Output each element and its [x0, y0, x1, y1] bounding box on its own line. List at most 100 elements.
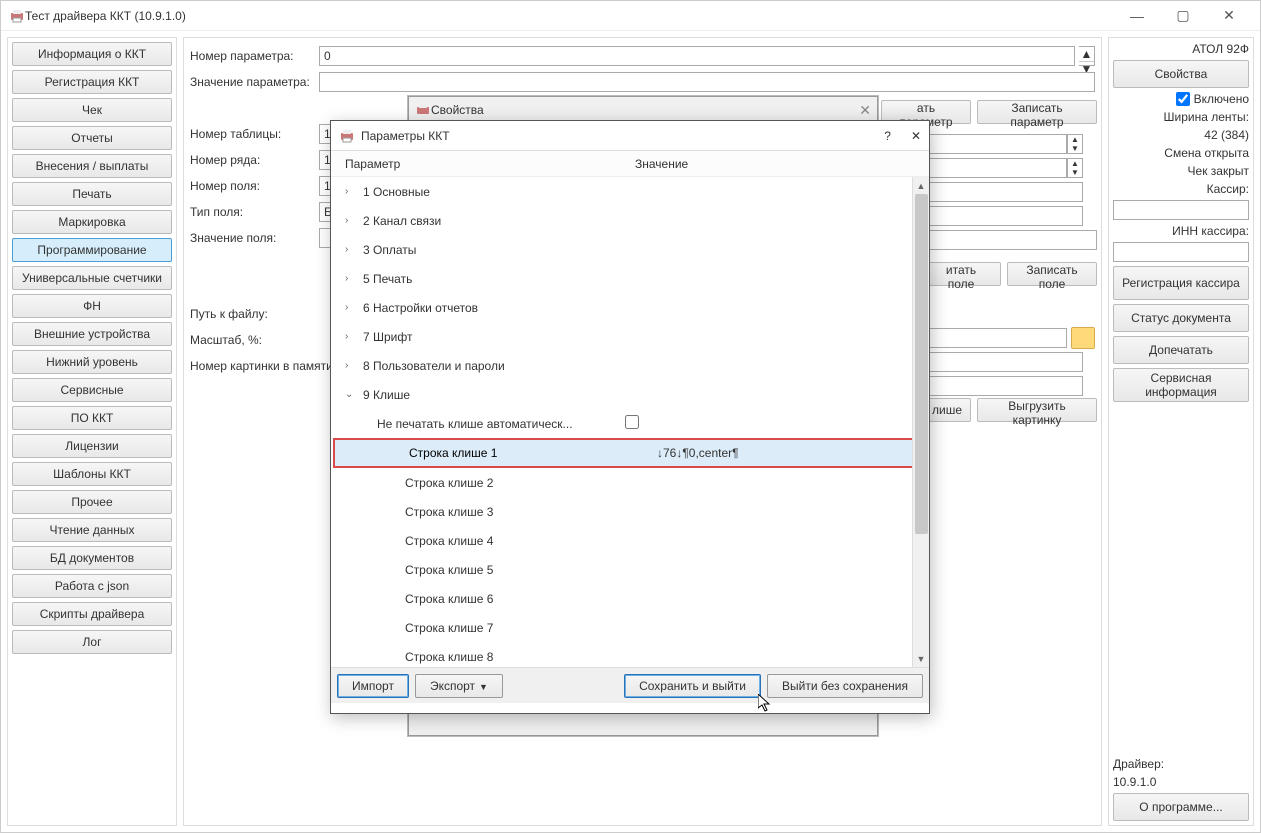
- sidebar-item-18[interactable]: БД документов: [12, 546, 172, 570]
- sidebar-item-11[interactable]: Нижний уровень: [12, 350, 172, 374]
- sidebar-item-19[interactable]: Работа с json: [12, 574, 172, 598]
- save-exit-button[interactable]: Сохранить и выйти: [624, 674, 761, 698]
- close-button[interactable]: ✕: [1206, 1, 1252, 31]
- parameter-tree[interactable]: ›1 Основные›2 Канал связи›3 Оплаты›5 Печ…: [331, 177, 929, 667]
- tree-auto-cliche[interactable]: Не печатать клише автоматическ...: [331, 409, 929, 438]
- reprint-button[interactable]: Допечатать: [1113, 336, 1249, 364]
- app-icon: [9, 8, 25, 24]
- sidebar-item-9[interactable]: ФН: [12, 294, 172, 318]
- sidebar-item-12[interactable]: Сервисные: [12, 378, 172, 402]
- tree-cliche-row-6[interactable]: Строка клише 6: [331, 584, 929, 613]
- sidebar-item-17[interactable]: Чтение данных: [12, 518, 172, 542]
- write-field-button[interactable]: Записать поле: [1007, 262, 1097, 286]
- sidebar-item-21[interactable]: Лог: [12, 630, 172, 654]
- sidebar-item-1[interactable]: Регистрация ККТ: [12, 70, 172, 94]
- sidebar-item-13[interactable]: ПО ККТ: [12, 406, 172, 430]
- tree-label: Строка клише 4: [405, 534, 649, 548]
- maximize-button[interactable]: ▢: [1160, 1, 1206, 31]
- minimize-button[interactable]: —: [1114, 1, 1160, 31]
- tree-cliche-row-2[interactable]: Строка клише 2: [331, 468, 929, 497]
- sidebar-item-6[interactable]: Маркировка: [12, 210, 172, 234]
- cashier-input[interactable]: [1113, 200, 1249, 220]
- tree-group-7[interactable]: ⌄9 Клише: [331, 380, 929, 409]
- device-name: АТОЛ 92Ф: [1113, 42, 1249, 56]
- tree-group-1[interactable]: ›2 Канал связи: [331, 206, 929, 235]
- write-param-button[interactable]: Записать параметр: [977, 100, 1097, 124]
- tree-label: Строка клише 2: [405, 476, 649, 490]
- sidebar-item-20[interactable]: Скрипты драйвера: [12, 602, 172, 626]
- sidebar-item-15[interactable]: Шаблоны ККТ: [12, 462, 172, 486]
- tree-group-0[interactable]: ›1 Основные: [331, 177, 929, 206]
- expand-icon[interactable]: ›: [345, 331, 363, 342]
- tree-label: 8 Пользователи и пароли: [363, 359, 607, 373]
- param-num-label: Номер параметра:: [190, 49, 315, 63]
- register-cashier-button[interactable]: Регистрация кассира: [1113, 266, 1249, 300]
- browse-button[interactable]: [1071, 327, 1095, 349]
- tree-scrollbar[interactable]: ▲ ▼: [912, 177, 929, 667]
- import-button[interactable]: Импорт: [337, 674, 409, 698]
- cashier-inn-input[interactable]: [1113, 242, 1249, 262]
- right-panel: АТОЛ 92Ф Свойства Включено Ширина ленты:…: [1108, 37, 1254, 826]
- expand-icon[interactable]: ›: [345, 360, 363, 371]
- sidebar-item-14[interactable]: Лицензии: [12, 434, 172, 458]
- props-close-icon[interactable]: ✕: [859, 102, 871, 119]
- tree-label: Строка клише 8: [405, 650, 649, 664]
- sidebar-item-7[interactable]: Программирование: [12, 238, 172, 262]
- expand-icon[interactable]: ›: [345, 273, 363, 284]
- props-icon: [415, 102, 431, 118]
- export-button[interactable]: Экспорт▼: [415, 674, 503, 698]
- param-num-input[interactable]: [319, 46, 1075, 66]
- sidebar-item-16[interactable]: Прочее: [12, 490, 172, 514]
- cashier-inn-label: ИНН кассира:: [1113, 224, 1249, 238]
- tape-width-value: 42 (384): [1113, 128, 1249, 142]
- properties-button[interactable]: Свойства: [1113, 60, 1249, 88]
- sidebar-item-3[interactable]: Отчеты: [12, 126, 172, 150]
- sidebar-item-0[interactable]: Информация о ККТ: [12, 42, 172, 66]
- sidebar-item-4[interactable]: Внесения / выплаты: [12, 154, 172, 178]
- tree-label: Строка клише 7: [405, 621, 649, 635]
- param-num-spinner[interactable]: ▲▼: [1079, 46, 1095, 66]
- tree-group-2[interactable]: ›3 Оплаты: [331, 235, 929, 264]
- tree-cliche-row-1[interactable]: Строка клише 1↓76↓¶0,center¶: [333, 438, 927, 468]
- auto-cliche-checkbox[interactable]: [625, 415, 639, 429]
- tree-label: Строка клише 3: [405, 505, 649, 519]
- expand-icon[interactable]: ⌄: [345, 389, 363, 400]
- tree-group-3[interactable]: ›5 Печать: [331, 264, 929, 293]
- tree-group-5[interactable]: ›7 Шрифт: [331, 322, 929, 351]
- tree-label: 6 Настройки отчетов: [363, 301, 607, 315]
- read-field-button[interactable]: итать поле: [921, 262, 1001, 286]
- sidebar-item-5[interactable]: Печать: [12, 182, 172, 206]
- param-val-label: Значение параметра:: [190, 75, 315, 89]
- field-type-label: Тип поля:: [190, 205, 315, 219]
- tree-label: 2 Канал связи: [363, 214, 607, 228]
- about-button[interactable]: О программе...: [1113, 793, 1249, 821]
- expand-icon[interactable]: ›: [345, 186, 363, 197]
- tree-group-6[interactable]: ›8 Пользователи и пароли: [331, 351, 929, 380]
- param-help-button[interactable]: ?: [884, 129, 891, 143]
- sidebar-item-10[interactable]: Внешние устройства: [12, 322, 172, 346]
- expand-icon[interactable]: ›: [345, 244, 363, 255]
- enabled-checkbox[interactable]: [1176, 92, 1190, 106]
- param-close-button[interactable]: ✕: [911, 129, 921, 143]
- tree-cliche-row-7[interactable]: Строка клише 7: [331, 613, 929, 642]
- tree-cliche-row-8[interactable]: Строка клише 8: [331, 642, 929, 667]
- column-header-parameter: Параметр: [345, 157, 635, 171]
- param-dialog-icon: [339, 128, 355, 144]
- doc-status-button[interactable]: Статус документа: [1113, 304, 1249, 332]
- sidebar-item-2[interactable]: Чек: [12, 98, 172, 122]
- scale-label: Масштаб, %:: [190, 333, 315, 347]
- tree-cliche-row-5[interactable]: Строка клише 5: [331, 555, 929, 584]
- param-val-input[interactable]: [319, 72, 1095, 92]
- exit-nosave-button[interactable]: Выйти без сохранения: [767, 674, 923, 698]
- tree-group-4[interactable]: ›6 Настройки отчетов: [331, 293, 929, 322]
- service-info-button[interactable]: Сервисная информация: [1113, 368, 1249, 402]
- expand-icon[interactable]: ›: [345, 302, 363, 313]
- tree-value: ↓76↓¶0,center¶: [653, 446, 925, 460]
- unload-picture-button[interactable]: Выгрузить картинку: [977, 398, 1097, 422]
- tree-cliche-row-4[interactable]: Строка клише 4: [331, 526, 929, 555]
- expand-icon[interactable]: ›: [345, 215, 363, 226]
- tree-cliche-row-3[interactable]: Строка клише 3: [331, 497, 929, 526]
- field-num-label: Номер поля:: [190, 179, 315, 193]
- sidebar-item-8[interactable]: Универсальные счетчики: [12, 266, 172, 290]
- driver-version: 10.9.1.0: [1113, 775, 1249, 789]
